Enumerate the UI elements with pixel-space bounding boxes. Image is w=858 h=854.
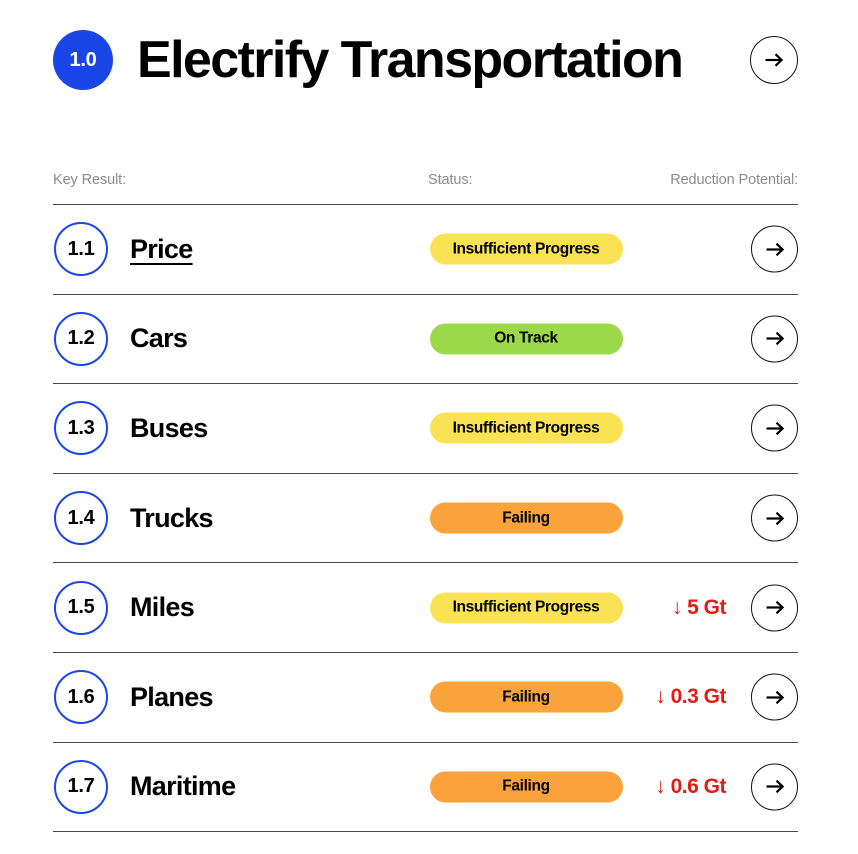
key-result-link-planes[interactable]: Planes — [130, 682, 214, 713]
key-result-link-price[interactable]: Price — [130, 234, 193, 265]
row-forward-arrow-button[interactable] — [751, 494, 798, 542]
arrow-right-icon — [766, 421, 784, 436]
key-result-link-trucks[interactable]: Trucks — [130, 503, 214, 534]
row-forward-arrow-button[interactable] — [751, 315, 798, 363]
row-forward-arrow-wrapper — [751, 494, 798, 542]
row-forward-arrow-button[interactable] — [751, 763, 798, 811]
status-badge[interactable]: Insufficient Progress — [429, 412, 623, 444]
table-row[interactable]: 1.2 Cars On Track — [53, 295, 798, 385]
key-result-link-buses[interactable]: Buses — [130, 413, 208, 444]
reduction-potential-value: ↓ 5 Gt — [671, 595, 727, 619]
column-header-reduction-potential: Reduction Potential: — [670, 172, 798, 188]
table-row[interactable]: 1.7 Maritime Failing ↓ 0.6 Gt — [53, 743, 798, 833]
status-badge[interactable]: On Track — [429, 323, 623, 355]
row-forward-arrow-button[interactable] — [751, 584, 798, 632]
arrow-right-icon — [766, 690, 784, 704]
key-result-number-badge: 1.3 — [54, 401, 108, 456]
arrow-right-icon — [765, 53, 784, 67]
key-result-number-badge: 1.7 — [54, 759, 108, 814]
arrow-right-icon — [766, 242, 784, 256]
row-forward-arrow-wrapper — [751, 315, 798, 363]
status-badge[interactable]: Failing — [429, 502, 623, 534]
status-badge[interactable]: Insufficient Progress — [429, 592, 623, 624]
key-result-number-badge: 1.6 — [54, 670, 108, 725]
table-row[interactable]: 1.6 Planes Failing ↓ 0.3 Gt — [53, 653, 798, 743]
row-forward-arrow-wrapper — [751, 584, 798, 632]
table-row[interactable]: 1.5 Miles Insufficient Progress ↓ 5 Gt — [53, 563, 798, 653]
key-result-number-badge: 1.2 — [54, 311, 108, 366]
table-column-headers: Key Result: Status: Reduction Potential: — [53, 172, 798, 192]
key-results-table: 1.1 Price Insufficient Progress 1.2 Cars On T… — [53, 204, 798, 833]
key-result-number-badge: 1.1 — [54, 222, 108, 277]
page-title: Electrify Transportation — [137, 31, 684, 89]
status-cell: Insufficient Progress — [428, 233, 624, 265]
reduction-potential-value: ↓ 0.6 Gt — [655, 774, 726, 798]
status-badge[interactable]: Failing — [429, 681, 623, 713]
row-forward-arrow-wrapper — [751, 404, 798, 452]
row-forward-arrow-wrapper — [751, 225, 798, 273]
table-row[interactable]: 1.1 Price Insufficient Progress — [53, 204, 798, 295]
column-header-key-result: Key Result: — [53, 172, 127, 188]
row-forward-arrow-wrapper — [751, 763, 798, 811]
arrow-right-icon — [766, 332, 784, 346]
arrow-right-icon — [766, 511, 784, 525]
row-forward-arrow-button[interactable] — [751, 225, 798, 273]
key-result-number-badge: 1.4 — [54, 491, 108, 546]
column-header-status: Status: — [428, 172, 473, 188]
row-forward-arrow-wrapper — [751, 673, 798, 721]
row-forward-arrow-button[interactable] — [751, 673, 798, 721]
key-result-link-maritime[interactable]: Maritime — [130, 771, 236, 802]
key-result-link-cars[interactable]: Cars — [130, 323, 188, 354]
status-cell: Failing — [428, 502, 624, 534]
key-result-number-badge: 1.5 — [54, 580, 108, 635]
status-cell: Failing — [428, 681, 624, 713]
status-cell: Insufficient Progress — [428, 412, 624, 444]
table-row[interactable]: 1.4 Trucks Failing — [53, 474, 798, 564]
arrow-right-icon — [766, 780, 784, 794]
arrow-right-icon — [766, 601, 784, 615]
row-forward-arrow-button[interactable] — [751, 404, 798, 452]
table-row[interactable]: 1.3 Buses Insufficient Progress — [53, 384, 798, 474]
status-badge[interactable]: Insufficient Progress — [429, 233, 623, 265]
key-result-link-miles[interactable]: Miles — [130, 592, 195, 623]
electrify-transportation-page: 1.0 Electrify Transportation Key Result:… — [0, 0, 858, 854]
status-badge[interactable]: Failing — [429, 771, 623, 803]
status-cell: Insufficient Progress — [428, 592, 624, 624]
page-header: 1.0 Electrify Transportation — [53, 28, 798, 92]
status-cell: Failing — [428, 771, 624, 803]
reduction-potential-value: ↓ 0.3 Gt — [655, 685, 726, 709]
header-forward-arrow-button[interactable] — [750, 36, 798, 84]
objective-number-badge: 1.0 — [53, 30, 113, 90]
status-cell: On Track — [428, 323, 624, 355]
